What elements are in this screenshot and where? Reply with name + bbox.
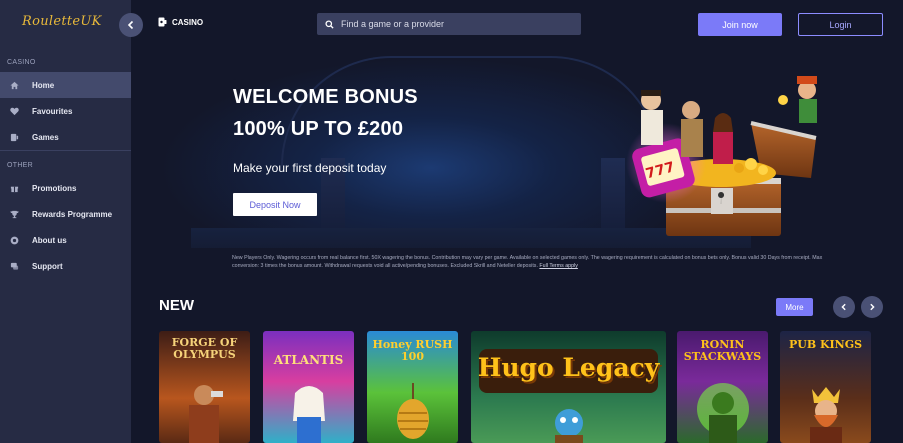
banner-background-arch [281, 56, 661, 166]
carousel-next-button[interactable] [861, 296, 883, 318]
game-art [189, 385, 223, 443]
search-input[interactable] [341, 19, 561, 29]
sidebar-item-label: Rewards Programme [32, 209, 113, 219]
sidebar-item-label: Promotions [32, 183, 77, 193]
section-label-casino: CASINO [7, 59, 36, 66]
game-tile-pub-kings[interactable]: PUB KINGS [780, 331, 871, 443]
game-art [697, 383, 749, 443]
game-tile-title: ATLANTIS [273, 353, 344, 367]
game-tile-title: FORGE OF OLYMPUS [171, 336, 238, 361]
banner-title-line2: 100% UP TO £200 [233, 118, 404, 140]
casino-nav-link[interactable]: CASINO [158, 17, 203, 27]
sidebar-item-label: Home [32, 80, 55, 90]
casino-icon [158, 17, 167, 27]
full-terms-link[interactable]: Full Terms apply [539, 263, 577, 269]
sidebar-item-label: Games [32, 132, 59, 142]
trophy-icon [9, 209, 19, 219]
sidebar-item-label: Support [32, 261, 63, 271]
carousel-prev-button[interactable] [833, 296, 855, 318]
sidebar-divider [0, 150, 131, 151]
sidebar-item-home[interactable]: Home [0, 72, 131, 98]
game-tile-atlantis[interactable]: ATLANTIS [263, 331, 354, 443]
game-tile-honey-rush[interactable]: Honey RUSH 100 [367, 331, 458, 443]
sidebar-item-support[interactable]: Support [0, 253, 131, 279]
support-icon [9, 261, 19, 271]
chevron-left-icon [127, 20, 134, 30]
login-button[interactable]: Login [798, 13, 883, 36]
bonus-terms-text: New Players Only. Wagering occurs from r… [232, 254, 832, 270]
banner-title-line1: WELCOME BONUS [233, 86, 418, 108]
more-button[interactable]: More [776, 298, 813, 316]
new-section-title: NEW [159, 297, 194, 314]
deposit-now-button[interactable]: Deposit Now [233, 193, 317, 216]
logo[interactable]: RouletteUK [22, 14, 102, 29]
game-tile-title: Hugo Legacy [477, 353, 660, 382]
game-art [810, 387, 842, 443]
sidebar-item-rewards[interactable]: Rewards Programme [0, 201, 131, 227]
chevron-right-icon [870, 303, 875, 311]
section-label-other: OTHER [7, 162, 33, 169]
sidebar-item-about[interactable]: About us [0, 227, 131, 253]
game-tile-hugo-legacy[interactable]: Hugo Legacy [471, 331, 666, 443]
game-art [293, 386, 325, 443]
game-tile-ronin-stackways[interactable]: RONIN STACKWAYS [677, 331, 768, 443]
casino-label: CASINO [172, 17, 204, 27]
sidebar: RouletteUK CASINO Home Favourites Games … [0, 0, 131, 443]
banner-subtitle: Make your first deposit today [233, 161, 387, 175]
sidebar-item-label: About us [32, 235, 67, 245]
heart-icon [9, 106, 19, 116]
game-tile-title: RONIN STACKWAYS [683, 338, 762, 363]
game-tile-forge-of-olympus[interactable]: FORGE OF OLYMPUS [159, 331, 250, 443]
sidebar-item-games[interactable]: Games [0, 124, 131, 150]
gift-icon [9, 183, 19, 193]
sidebar-item-favourites[interactable]: Favourites [0, 98, 131, 124]
sidebar-item-promotions[interactable]: Promotions [0, 175, 131, 201]
search-icon [325, 19, 334, 29]
chevron-left-icon [841, 303, 846, 311]
info-icon [9, 235, 19, 245]
terms-body: New Players Only. Wagering occurs from r… [232, 255, 823, 269]
home-icon [9, 80, 19, 90]
sidebar-item-label: Favourites [32, 106, 73, 116]
welcome-bonus-banner[interactable]: WELCOME BONUS 100% UP TO £200 Make your … [131, 48, 903, 248]
game-tile-title: PUB KINGS [788, 338, 863, 351]
game-tile-title: Honey RUSH 100 [372, 338, 453, 363]
game-art [555, 409, 583, 443]
join-now-button[interactable]: Join now [698, 13, 782, 36]
treasure-chest-illustration: 777 [626, 76, 817, 236]
game-art [397, 383, 429, 439]
games-icon [9, 132, 19, 142]
collapse-sidebar-button[interactable] [119, 13, 143, 37]
search-bar[interactable] [317, 13, 581, 35]
